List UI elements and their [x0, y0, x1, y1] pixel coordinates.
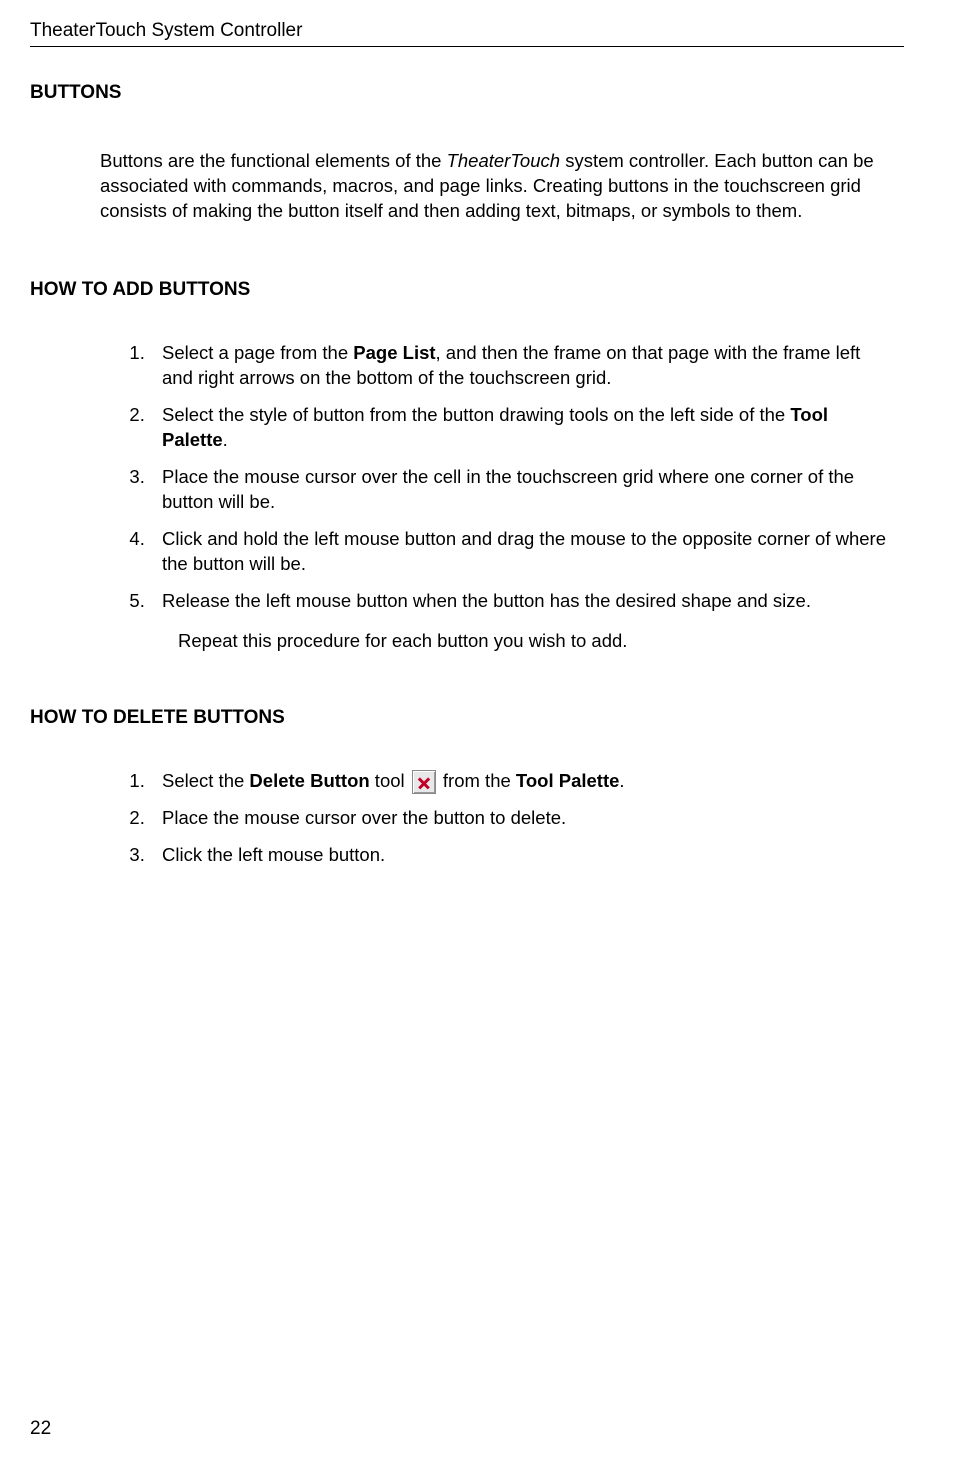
add-repeat-line: Repeat this procedure for each button yo…: [178, 630, 894, 652]
step-text: .: [223, 429, 228, 450]
step-text: from the: [438, 770, 516, 791]
intro-pre: Buttons are the functional elements of t…: [100, 150, 447, 171]
section-add-heading: HOW TO ADD BUTTONS: [30, 279, 904, 301]
step-text: Select the style of button from the butt…: [162, 404, 790, 425]
list-item: Click the left mouse button.: [150, 843, 894, 868]
step-text: tool: [370, 770, 410, 791]
buttons-intro: Buttons are the functional elements of t…: [100, 149, 894, 224]
step-bold: Tool Palette: [516, 770, 619, 791]
intro-italic: TheaterTouch: [447, 150, 560, 171]
step-text: Place the mouse cursor over the button t…: [162, 807, 566, 828]
list-item: Place the mouse cursor over the cell in …: [150, 465, 894, 515]
step-text: Select the: [162, 770, 249, 791]
list-item: Place the mouse cursor over the button t…: [150, 806, 894, 831]
step-text: .: [619, 770, 624, 791]
section-buttons-heading: BUTTONS: [30, 82, 904, 104]
list-item: Release the left mouse button when the b…: [150, 589, 894, 614]
step-bold: Page List: [353, 342, 435, 363]
delete-x-icon: [412, 770, 436, 794]
list-item: Select the Delete Button tool from the T…: [150, 769, 894, 794]
step-text: Select a page from the: [162, 342, 353, 363]
list-item: Click and hold the left mouse button and…: [150, 527, 894, 577]
header-title: TheaterTouch System Controller: [30, 20, 904, 47]
step-text: Release the left mouse button when the b…: [162, 590, 811, 611]
step-text: Click the left mouse button.: [162, 844, 385, 865]
step-text: Click and hold the left mouse button and…: [162, 528, 886, 574]
list-item: Select the style of button from the butt…: [150, 403, 894, 453]
delete-steps-list: Select the Delete Button tool from the T…: [150, 769, 904, 868]
step-text: Place the mouse cursor over the cell in …: [162, 466, 854, 512]
list-item: Select a page from the Page List, and th…: [150, 341, 894, 391]
add-steps-list: Select a page from the Page List, and th…: [150, 341, 904, 614]
page-number: 22: [30, 1418, 51, 1440]
section-delete-heading: HOW TO DELETE BUTTONS: [30, 707, 904, 729]
step-bold: Delete Button: [249, 770, 369, 791]
